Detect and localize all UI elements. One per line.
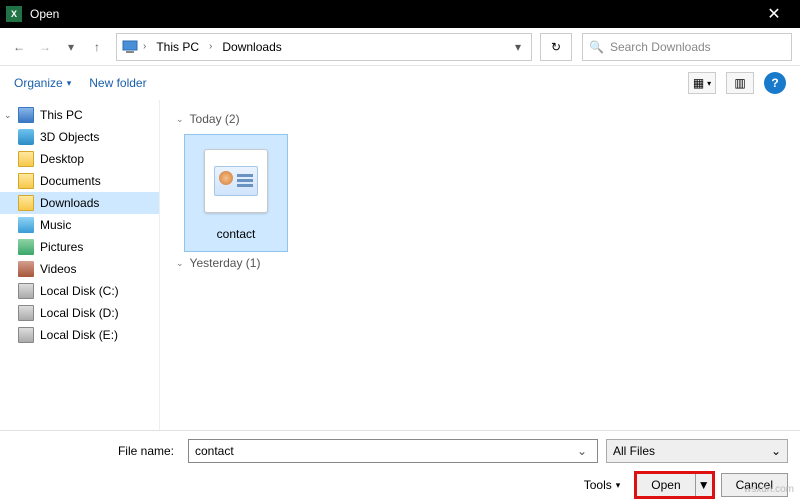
sidebar-item-label: Downloads (40, 196, 99, 210)
file-type-filter-label: All Files (613, 444, 655, 458)
chevron-down-icon: ▾ (707, 79, 711, 88)
sidebar-item-label: Local Disk (D:) (40, 306, 119, 320)
close-button[interactable]: ✕ (754, 4, 794, 24)
breadcrumb-this-pc[interactable]: This PC (150, 38, 205, 56)
search-icon: 🔍 (589, 40, 604, 54)
title-bar: X Open ✕ (0, 0, 800, 28)
new-folder-button[interactable]: New folder (89, 76, 146, 90)
sidebar-item-this-pc[interactable]: ⌄ This PC (0, 104, 159, 126)
pic-icon (18, 239, 34, 255)
group-header[interactable]: ⌄ Today (2) (176, 112, 784, 126)
search-input[interactable] (610, 40, 785, 54)
chevron-down-icon: ⌄ (176, 258, 184, 269)
sidebar-item-label: Pictures (40, 240, 83, 254)
help-button[interactable]: ? (764, 72, 786, 94)
sidebar-item-label: 3D Objects (40, 130, 99, 144)
address-dropdown-icon[interactable]: ▾ (509, 40, 527, 54)
disk-icon (18, 327, 34, 343)
watermark: wsxdn.com (744, 484, 794, 495)
address-bar[interactable]: › This PC › Downloads ▾ (116, 33, 532, 61)
music-icon (18, 217, 34, 233)
obj3d-icon (18, 129, 34, 145)
chevron-down-icon: ⌄ (771, 444, 781, 458)
toolbar: Organize ▾ New folder ▦ ▾ ▥ ? (0, 66, 800, 100)
vid-icon (18, 261, 34, 277)
chevron-down-icon: ▾ (67, 78, 72, 89)
sidebar-item-documents[interactable]: Documents (0, 170, 159, 192)
file-type-filter[interactable]: All Files ⌄ (606, 439, 788, 463)
sidebar-item-local-disk-c-[interactable]: Local Disk (C:) (0, 280, 159, 302)
breadcrumb-downloads[interactable]: Downloads (216, 38, 287, 56)
file-name-combo[interactable]: ⌄ (188, 439, 598, 463)
sidebar-item-label: Local Disk (E:) (40, 328, 118, 342)
sidebar-item-videos[interactable]: Videos (0, 258, 159, 280)
open-split-button: Open ▼ (636, 473, 712, 497)
file-name-label: File name: (12, 444, 180, 458)
sidebar-item-music[interactable]: Music (0, 214, 159, 236)
sidebar-item-local-disk-e-[interactable]: Local Disk (E:) (0, 324, 159, 346)
dialog-title: Open (30, 7, 754, 21)
contact-file-icon (204, 149, 268, 213)
view-mode-button[interactable]: ▦ ▾ (688, 72, 716, 94)
sidebar-item-desktop[interactable]: Desktop (0, 148, 159, 170)
disk-icon (18, 283, 34, 299)
preview-pane-button[interactable]: ▥ (726, 72, 754, 94)
search-box[interactable]: 🔍 (582, 33, 792, 61)
pc-icon (121, 38, 139, 56)
sidebar: ⌄ This PC 3D Objects Desktop Documents Downlo… (0, 100, 160, 430)
thumbnails-icon: ▦ (693, 76, 704, 90)
sidebar-item-3d-objects[interactable]: 3D Objects (0, 126, 159, 148)
preview-pane-icon: ▥ (734, 76, 745, 90)
folder-icon (18, 173, 34, 189)
forward-button[interactable]: → (34, 36, 56, 58)
recent-locations-button[interactable]: ▾ (60, 36, 82, 58)
back-button[interactable]: ← (8, 36, 30, 58)
group-header[interactable]: ⌄ Yesterday (1) (176, 256, 784, 270)
main-area: ⌄ This PC 3D Objects Desktop Documents Downlo… (0, 100, 800, 430)
sidebar-item-label: Documents (40, 174, 101, 188)
file-list[interactable]: ⌄ Today (2) contact ⌄ Yesterday (1) (160, 100, 800, 430)
bottom-panel: File name: ⌄ All Files ⌄ Tools ▾ Open ▼ … (0, 430, 800, 503)
sidebar-item-downloads[interactable]: Downloads (0, 192, 159, 214)
refresh-button[interactable]: ↻ (540, 33, 572, 61)
chevron-down-icon[interactable]: ⌄ (4, 110, 12, 121)
sidebar-item-label: Music (40, 218, 71, 232)
excel-icon: X (6, 6, 22, 22)
chevron-right-icon[interactable]: › (141, 41, 148, 52)
file-tile-contact[interactable]: contact (184, 134, 288, 252)
chevron-right-icon[interactable]: › (207, 41, 214, 52)
up-button[interactable]: ↑ (86, 36, 108, 58)
folder-icon (18, 151, 34, 167)
tools-label: Tools (584, 478, 612, 492)
group-label: Yesterday (1) (190, 256, 261, 270)
sidebar-item-label: Local Disk (C:) (40, 284, 119, 298)
folder-icon (18, 195, 34, 211)
sidebar-item-label: Desktop (40, 152, 84, 166)
tools-button[interactable]: Tools ▾ (584, 478, 621, 492)
file-name-input[interactable] (195, 444, 573, 458)
navigation-bar: ← → ▾ ↑ › This PC › Downloads ▾ ↻ 🔍 (0, 28, 800, 66)
chevron-down-icon: ▾ (616, 480, 621, 491)
organize-label: Organize (14, 76, 63, 90)
group-label: Today (2) (190, 112, 240, 126)
file-name-label: contact (217, 227, 256, 241)
chevron-down-icon: ⌄ (176, 114, 184, 125)
disk-icon (18, 305, 34, 321)
sidebar-item-label: Videos (40, 262, 76, 276)
file-grid: contact (184, 134, 784, 252)
pc-icon (18, 107, 34, 123)
file-name-dropdown-icon[interactable]: ⌄ (573, 444, 591, 458)
sidebar-item-local-disk-d-[interactable]: Local Disk (D:) (0, 302, 159, 324)
organize-button[interactable]: Organize ▾ (14, 76, 71, 90)
sidebar-item-pictures[interactable]: Pictures (0, 236, 159, 258)
open-button[interactable]: Open (636, 473, 694, 497)
sidebar-item-label: This PC (40, 108, 83, 122)
open-dropdown-button[interactable]: ▼ (695, 473, 713, 497)
